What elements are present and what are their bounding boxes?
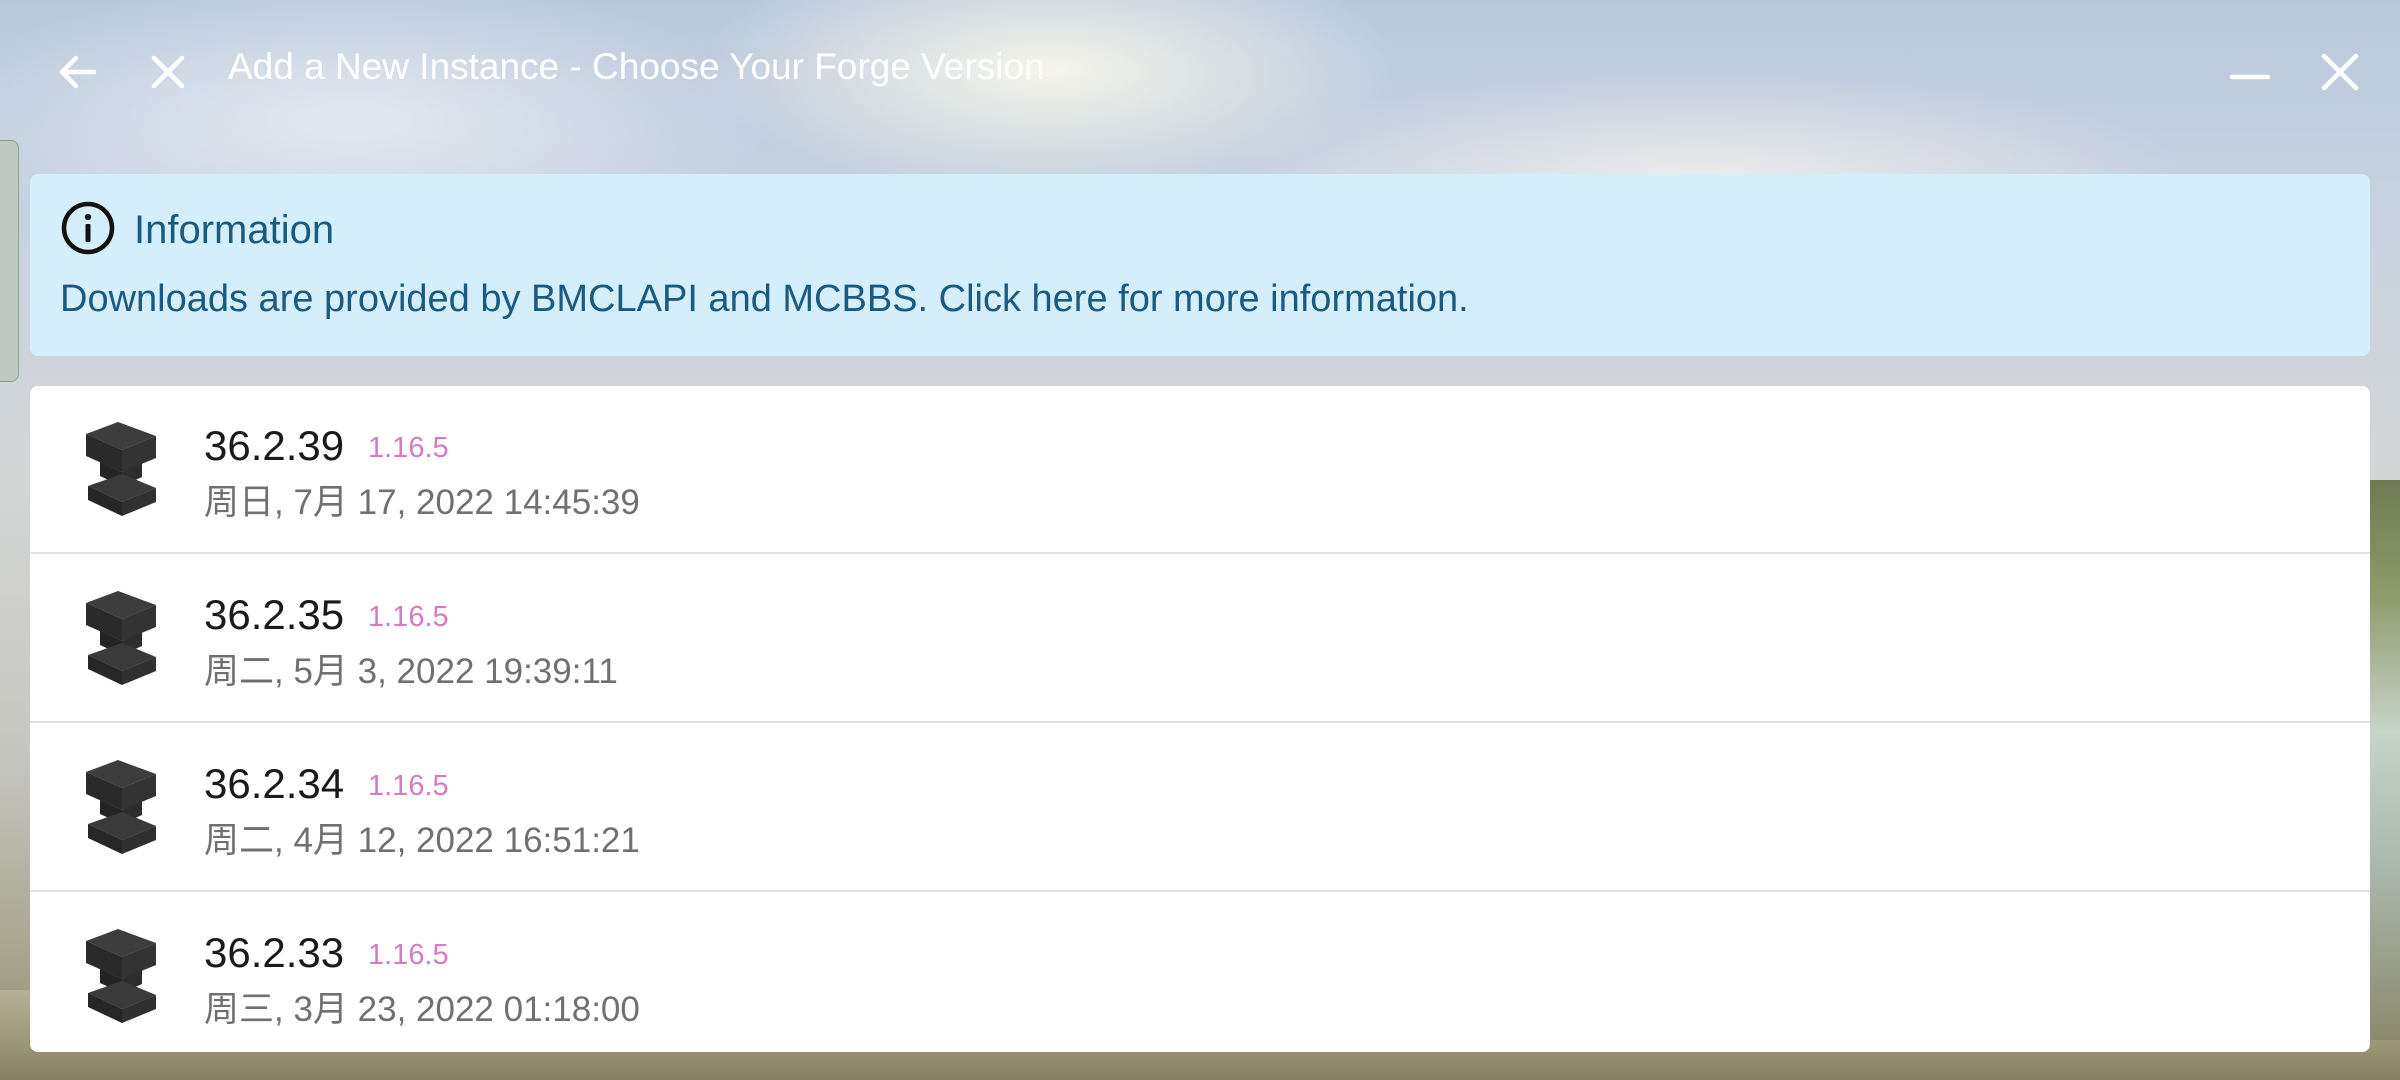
minecraft-version-tag: 1.16.5 (368, 601, 449, 633)
version-number: 36.2.39 (204, 422, 345, 469)
version-number: 36.2.34 (204, 760, 345, 807)
list-item[interactable]: 36.2.33 1.16.5 周三, 3月 23, 2022 01:18:00 (30, 893, 2370, 1052)
info-circle-icon (61, 201, 115, 255)
anvil-icon (86, 929, 156, 1023)
version-number: 36.2.33 (204, 929, 345, 976)
release-date: 周日, 7月 17, 2022 14:45:39 (204, 483, 640, 522)
information-heading: Information (134, 208, 335, 252)
forge-version-list: 36.2.39 1.16.5 周日, 7月 17, 2022 14:45:39 … (30, 386, 2370, 1052)
release-date: 周三, 3月 23, 2022 01:18:00 (204, 990, 640, 1029)
close-window-button[interactable] (2310, 42, 2370, 102)
minecraft-version-tag: 1.16.5 (368, 939, 449, 971)
information-banner[interactable]: Information Downloads are provided by BM… (30, 174, 2370, 356)
back-button[interactable] (48, 42, 108, 102)
version-number: 36.2.35 (204, 591, 345, 638)
close-icon (2321, 53, 2359, 91)
information-link[interactable]: Downloads are provided by BMCLAPI and MC… (60, 278, 1469, 321)
minecraft-version-tag: 1.16.5 (368, 432, 449, 464)
minecraft-version-tag: 1.16.5 (368, 770, 449, 802)
anvil-icon (86, 591, 156, 685)
release-date: 周二, 4月 12, 2022 16:51:21 (204, 821, 640, 860)
anvil-icon (86, 422, 156, 516)
title-bar: Add a New Instance - Choose Your Forge V… (0, 0, 2400, 140)
list-item[interactable]: 36.2.39 1.16.5 周日, 7月 17, 2022 14:45:39 (30, 386, 2370, 554)
anvil-icon (86, 760, 156, 854)
minimize-button[interactable] (2220, 42, 2280, 102)
list-item[interactable]: 36.2.34 1.16.5 周二, 4月 12, 2022 16:51:21 (30, 724, 2370, 892)
close-page-button[interactable] (138, 42, 198, 102)
window-title: Add a New Instance - Choose Your Forge V… (228, 46, 1045, 87)
list-item[interactable]: 36.2.35 1.16.5 周二, 5月 3, 2022 19:39:11 (30, 555, 2370, 723)
release-date: 周二, 5月 3, 2022 19:39:11 (204, 652, 618, 691)
close-icon (151, 55, 185, 89)
arrow-left-icon (59, 55, 97, 89)
side-panel-edge[interactable] (0, 140, 19, 382)
minimize-icon (2229, 74, 2271, 80)
background-tree (2368, 480, 2400, 1040)
